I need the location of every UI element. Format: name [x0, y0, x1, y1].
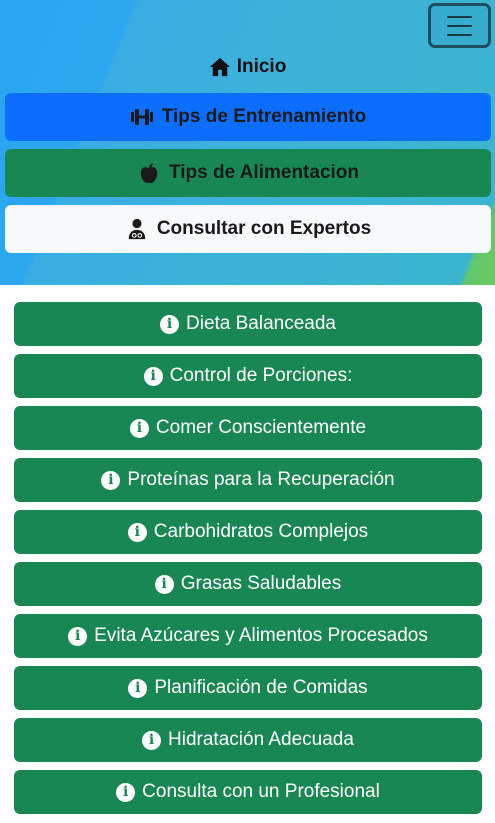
info-circle-icon: i — [160, 314, 179, 334]
tip-button-avoid-sugars[interactable]: i Evita Azúcares y Alimentos Procesados — [14, 614, 482, 658]
consult-experts-button[interactable]: Consultar con Expertos — [5, 205, 491, 253]
tip-label: Consulta con un Profesional — [142, 781, 380, 802]
tip-button-hydration[interactable]: i Hidratación Adecuada — [14, 718, 482, 762]
hamburger-line — [447, 33, 472, 36]
nutrition-tips-button[interactable]: Tips de Alimentacion — [5, 149, 491, 197]
info-circle-icon: i — [127, 522, 147, 542]
home-label: Inicio — [236, 56, 287, 77]
apple-icon — [140, 163, 158, 184]
info-circle-icon: i — [143, 366, 163, 386]
home-link[interactable]: Inicio — [0, 52, 495, 82]
tip-button-consult-professional[interactable]: i Consulta con un Profesional — [14, 770, 482, 814]
hamburger-icon[interactable] — [428, 3, 491, 48]
info-circle-icon: i — [68, 626, 88, 646]
tip-label: Grasas Saludables — [180, 573, 342, 594]
tip-label: Carbohidratos Complejos — [153, 521, 369, 542]
hamburger-line — [447, 15, 472, 18]
tip-label: Comer Conscientemente — [155, 417, 367, 438]
tip-label: Control de Porciones: — [169, 365, 353, 386]
training-tips-button[interactable]: Tips de Entrenamiento — [5, 93, 491, 141]
tip-button-mindful-eating[interactable]: i Comer Conscientemente — [14, 406, 482, 450]
training-tips-label: Tips de Entrenamiento — [161, 106, 367, 127]
tip-button-meal-planning[interactable]: i Planificación de Comidas — [14, 666, 482, 710]
tip-button-balanced-diet[interactable]: i Dieta Balanceada — [14, 302, 482, 346]
hamburger-line — [447, 24, 472, 27]
tip-button-healthy-fats[interactable]: i Grasas Saludables — [14, 562, 482, 606]
house-icon — [209, 57, 230, 77]
tip-label: Dieta Balanceada — [186, 313, 336, 334]
nutrition-tips-list: i Dieta Balanceada i Control de Porcione… — [14, 302, 482, 822]
info-circle-icon: i — [101, 470, 121, 490]
tip-button-complex-carbs[interactable]: i Carbohidratos Complejos — [14, 510, 482, 554]
info-circle-icon: i — [128, 678, 148, 698]
consult-experts-label: Consultar con Expertos — [156, 218, 372, 239]
dumbbell-icon — [130, 109, 153, 125]
info-circle-icon: i — [116, 782, 136, 802]
tip-label: Evita Azúcares y Alimentos Procesados — [94, 625, 428, 646]
tip-label: Proteínas para la Recuperación — [127, 469, 395, 490]
tip-button-proteins[interactable]: i Proteínas para la Recuperación — [14, 458, 482, 502]
info-circle-icon: i — [129, 418, 149, 438]
nutrition-tips-label: Tips de Alimentacion — [168, 162, 360, 183]
tip-label: Planificación de Comidas — [154, 677, 368, 698]
tip-button-portion-control[interactable]: i Control de Porciones: — [14, 354, 482, 398]
info-circle-icon: i — [142, 730, 162, 750]
doctor-icon — [128, 218, 146, 240]
info-circle-icon: i — [154, 574, 174, 594]
tip-label: Hidratación Adecuada — [168, 729, 354, 750]
header: Inicio Tips de Entrenamiento Tips de Ali… — [0, 0, 495, 285]
